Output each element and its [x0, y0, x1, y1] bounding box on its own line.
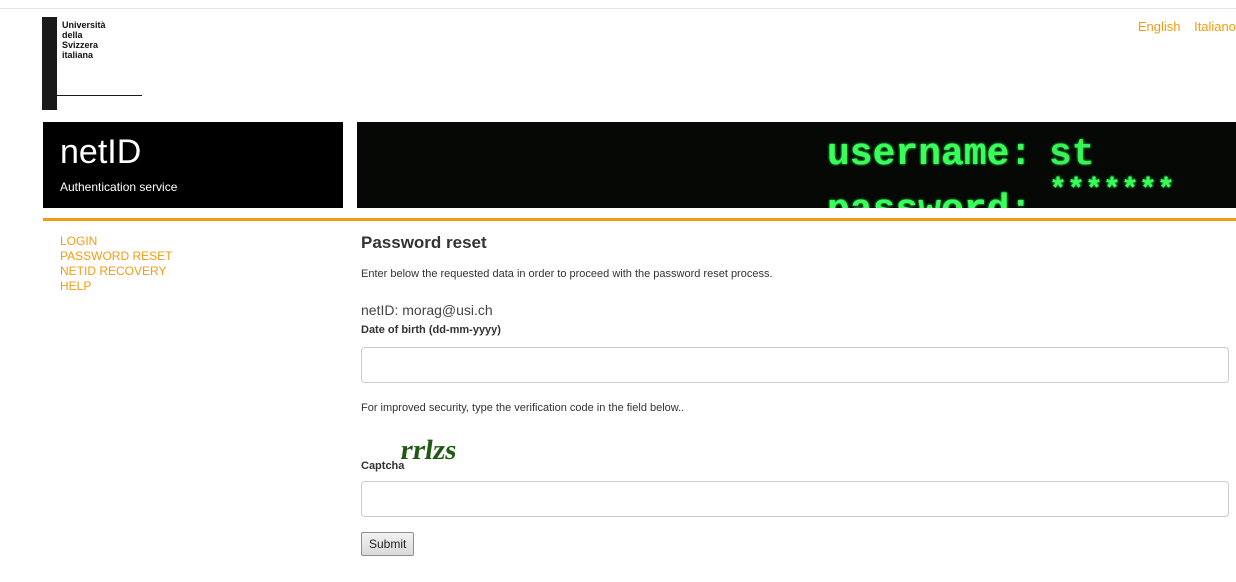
banner-password-text: password: — [827, 189, 1032, 208]
banner-image: username: st password: ******* — [357, 122, 1236, 208]
nav-help[interactable]: HELP — [60, 279, 172, 294]
netid-line: netID: morag@usi.ch — [361, 302, 1231, 318]
logo-text: Università della Svizzera italiana — [62, 20, 106, 60]
side-nav: LOGIN PASSWORD RESET NETID RECOVERY HELP — [60, 234, 172, 294]
page: Università della Svizzera italiana Engli… — [0, 0, 1236, 582]
language-english-link[interactable]: English — [1138, 19, 1181, 34]
orange-divider — [43, 218, 1236, 221]
logo-line: Università — [62, 20, 106, 30]
language-italiano-link[interactable]: Italiano — [1194, 19, 1236, 34]
nav-netid-recovery[interactable]: NETID RECOVERY — [60, 264, 172, 279]
main-content: Password reset Enter below the requested… — [361, 232, 1231, 556]
security-note: For improved security, type the verifica… — [361, 402, 685, 414]
captcha-label: Captcha — [361, 460, 405, 472]
submit-button[interactable]: Submit — [361, 532, 415, 556]
nav-login[interactable]: LOGIN — [60, 234, 172, 249]
top-divider — [0, 8, 1236, 9]
banner-username-text: username: — [827, 133, 1032, 176]
netid-label: netID: — [361, 302, 399, 318]
intro-text: Enter below the requested data in order … — [361, 268, 773, 280]
dob-input[interactable] — [361, 347, 1229, 383]
captcha-text: rrlzs — [401, 435, 459, 464]
page-title: Password reset — [361, 233, 487, 252]
brand-subtitle: Authentication service — [60, 180, 178, 194]
logo-underline — [57, 95, 142, 96]
captcha-input[interactable] — [361, 481, 1229, 517]
logo-line: italiana — [62, 50, 94, 60]
captcha-image: rrlzs — [398, 432, 1231, 466]
brand-title: netID — [60, 133, 142, 171]
university-logo[interactable]: Università della Svizzera italiana — [42, 17, 152, 110]
logo-bar — [42, 17, 57, 110]
logo-line: della — [62, 30, 83, 40]
logo-line: Svizzera — [62, 40, 99, 50]
brand-block: netID Authentication service — [43, 122, 343, 208]
dob-label: Date of birth (dd-mm-yyyy) — [361, 324, 501, 336]
language-switcher: English Italiano — [1128, 19, 1236, 34]
banner-username-value: st — [1049, 133, 1095, 176]
netid-value: morag@usi.ch — [402, 302, 493, 318]
nav-password-reset[interactable]: PASSWORD RESET — [60, 249, 172, 264]
banner-password-value: ******* — [1049, 174, 1175, 208]
